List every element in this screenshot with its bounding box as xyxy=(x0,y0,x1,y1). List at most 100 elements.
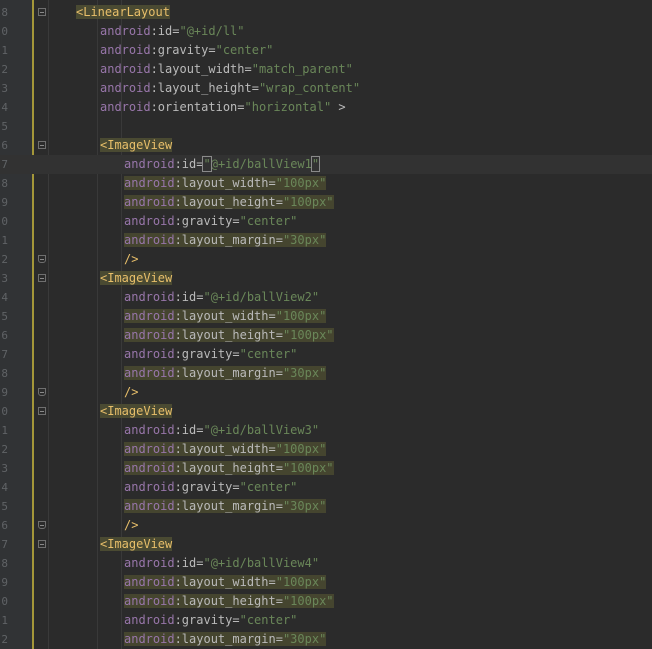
code-line[interactable]: 1 android:gravity="center" xyxy=(0,41,652,60)
code-line[interactable]: 8 <LinearLayout xyxy=(0,3,652,22)
code-line[interactable]: 5 xyxy=(0,117,652,136)
code-line[interactable]: 4 android:id="@+id/ballView2" xyxy=(0,288,652,307)
code-token: :layout_margin= xyxy=(174,233,283,247)
code-line[interactable]: 0 android:gravity="center" xyxy=(0,212,652,231)
code-line[interactable]: 0 android:layout_height="100px" xyxy=(0,592,652,611)
code-text[interactable]: android:gravity="center" xyxy=(100,41,273,60)
code-token: " xyxy=(202,156,212,172)
code-token: :gravity= xyxy=(174,214,240,228)
code-token: android xyxy=(124,613,175,627)
code-text[interactable]: <ImageView xyxy=(100,269,173,288)
code-text[interactable]: android:gravity="center" xyxy=(124,611,297,630)
code-line[interactable]: 2 android:layout_width="100px" xyxy=(0,440,652,459)
code-line[interactable]: 5 android:layout_width="100px" xyxy=(0,307,652,326)
code-text[interactable]: android:layout_margin="30px" xyxy=(124,630,327,649)
fold-collapse-icon[interactable] xyxy=(38,8,46,16)
code-line[interactable]: 2 /> xyxy=(0,250,652,269)
code-text[interactable]: /> xyxy=(124,516,138,535)
code-token: "center" xyxy=(215,43,274,57)
code-text[interactable]: android:layout_margin="30px" xyxy=(124,364,327,383)
code-line[interactable]: 9 android:layout_height="100px" xyxy=(0,193,652,212)
code-text[interactable]: android:layout_width="100px" xyxy=(124,573,327,592)
code-text[interactable]: android:id="@+id/ballView1" xyxy=(124,155,321,174)
code-editor[interactable]: 8 <LinearLayout 0 android:id="@+id/ll" 1 andr… xyxy=(0,0,652,649)
code-line[interactable]: 6 <ImageView xyxy=(0,136,652,155)
code-line[interactable]: 7 android:id="@+id/ballView1" xyxy=(0,155,652,174)
code-text[interactable]: android:id="@+id/ll" xyxy=(100,22,245,41)
code-line[interactable]: 2 android:layout_margin="30px" xyxy=(0,630,652,649)
code-text[interactable]: android:layout_height="100px" xyxy=(124,459,334,478)
code-text[interactable]: <ImageView xyxy=(100,535,173,554)
code-token: android xyxy=(124,632,175,646)
code-line[interactable]: 0 android:id="@+id/ll" xyxy=(0,22,652,41)
code-text[interactable]: android:layout_height="100px" xyxy=(124,193,334,212)
code-token: :layout_width= xyxy=(174,176,276,190)
code-token: :layout_width= xyxy=(174,309,276,323)
code-line[interactable]: 4 android:orientation="horizontal" > xyxy=(0,98,652,117)
code-text[interactable]: android:id="@+id/ballView3" xyxy=(124,421,319,440)
code-text[interactable]: android:gravity="center" xyxy=(124,212,297,231)
code-token: :layout_height= xyxy=(150,81,259,95)
code-line[interactable]: 0 <ImageView xyxy=(0,402,652,421)
code-text[interactable]: android:layout_width="match_parent" xyxy=(100,60,353,79)
code-line[interactable]: 1 android:id="@+id/ballView3" xyxy=(0,421,652,440)
fold-collapse-icon[interactable] xyxy=(38,274,46,282)
code-token: "match_parent" xyxy=(251,62,353,76)
code-token: :layout_margin= xyxy=(174,499,283,513)
code-text[interactable]: android:layout_height="wrap_content" xyxy=(100,79,360,98)
code-token: android xyxy=(124,480,175,494)
line-number: 6 xyxy=(1,139,8,152)
code-line[interactable]: 8 android:id="@+id/ballView4" xyxy=(0,554,652,573)
code-text[interactable]: /> xyxy=(124,383,138,402)
fold-end-icon[interactable] xyxy=(38,255,46,263)
code-line[interactable]: 1 android:layout_margin="30px" xyxy=(0,231,652,250)
fold-collapse-icon[interactable] xyxy=(38,540,46,548)
code-text[interactable]: <ImageView xyxy=(100,136,173,155)
fold-end-icon[interactable] xyxy=(38,521,46,529)
code-text[interactable]: <ImageView xyxy=(100,402,173,421)
code-token: "horizontal" xyxy=(244,100,332,114)
code-line[interactable]: 7 <ImageView xyxy=(0,535,652,554)
code-text[interactable]: android:gravity="center" xyxy=(124,345,297,364)
line-number: 6 xyxy=(1,329,8,342)
line-number: 2 xyxy=(1,63,8,76)
code-text[interactable]: <LinearLayout xyxy=(76,3,170,22)
code-line[interactable]: 3 <ImageView xyxy=(0,269,652,288)
fold-end-icon[interactable] xyxy=(38,388,46,396)
code-text[interactable]: android:layout_margin="30px" xyxy=(124,231,327,250)
code-line[interactable]: 3 android:layout_height="100px" xyxy=(0,459,652,478)
code-text[interactable]: android:layout_height="100px" xyxy=(124,592,334,611)
code-text[interactable]: android:layout_width="100px" xyxy=(124,174,327,193)
code-line[interactable]: 6 android:layout_height="100px" xyxy=(0,326,652,345)
code-line[interactable]: 7 android:gravity="center" xyxy=(0,345,652,364)
line-number: 7 xyxy=(1,348,8,361)
fold-collapse-icon[interactable] xyxy=(38,141,46,149)
code-text[interactable]: android:id="@+id/ballView4" xyxy=(124,554,319,573)
code-text[interactable]: android:layout_width="100px" xyxy=(124,440,327,459)
code-text[interactable]: android:orientation="horizontal" > xyxy=(100,98,346,117)
code-line[interactable]: 1 android:gravity="center" xyxy=(0,611,652,630)
code-line[interactable]: 8 android:layout_width="100px" xyxy=(0,174,652,193)
code-text[interactable]: android:layout_height="100px" xyxy=(124,326,334,345)
code-line[interactable]: 8 android:layout_margin="30px" xyxy=(0,364,652,383)
code-line[interactable]: 3 android:layout_height="wrap_content" xyxy=(0,79,652,98)
code-line[interactable]: 4 android:gravity="center" xyxy=(0,478,652,497)
code-line[interactable]: 5 android:layout_margin="30px" xyxy=(0,497,652,516)
code-token: :id= xyxy=(174,423,204,437)
code-line[interactable]: 2 android:layout_width="match_parent" xyxy=(0,60,652,79)
code-text[interactable]: android:gravity="center" xyxy=(124,478,297,497)
line-number: 3 xyxy=(1,82,8,95)
code-token: <ImageView xyxy=(100,138,173,152)
code-token: :id= xyxy=(174,290,204,304)
code-token: "100px" xyxy=(282,195,334,209)
code-text[interactable]: android:layout_width="100px" xyxy=(124,307,327,326)
code-line[interactable]: 6 /> xyxy=(0,516,652,535)
code-text[interactable]: android:id="@+id/ballView2" xyxy=(124,288,319,307)
code-line[interactable]: 9 android:layout_width="100px" xyxy=(0,573,652,592)
code-line[interactable]: 9 /> xyxy=(0,383,652,402)
code-text[interactable]: /> xyxy=(124,250,138,269)
code-text[interactable]: android:layout_margin="30px" xyxy=(124,497,327,516)
fold-collapse-icon[interactable] xyxy=(38,407,46,415)
code-token: :layout_width= xyxy=(150,62,252,76)
code-token: <ImageView xyxy=(100,404,173,418)
